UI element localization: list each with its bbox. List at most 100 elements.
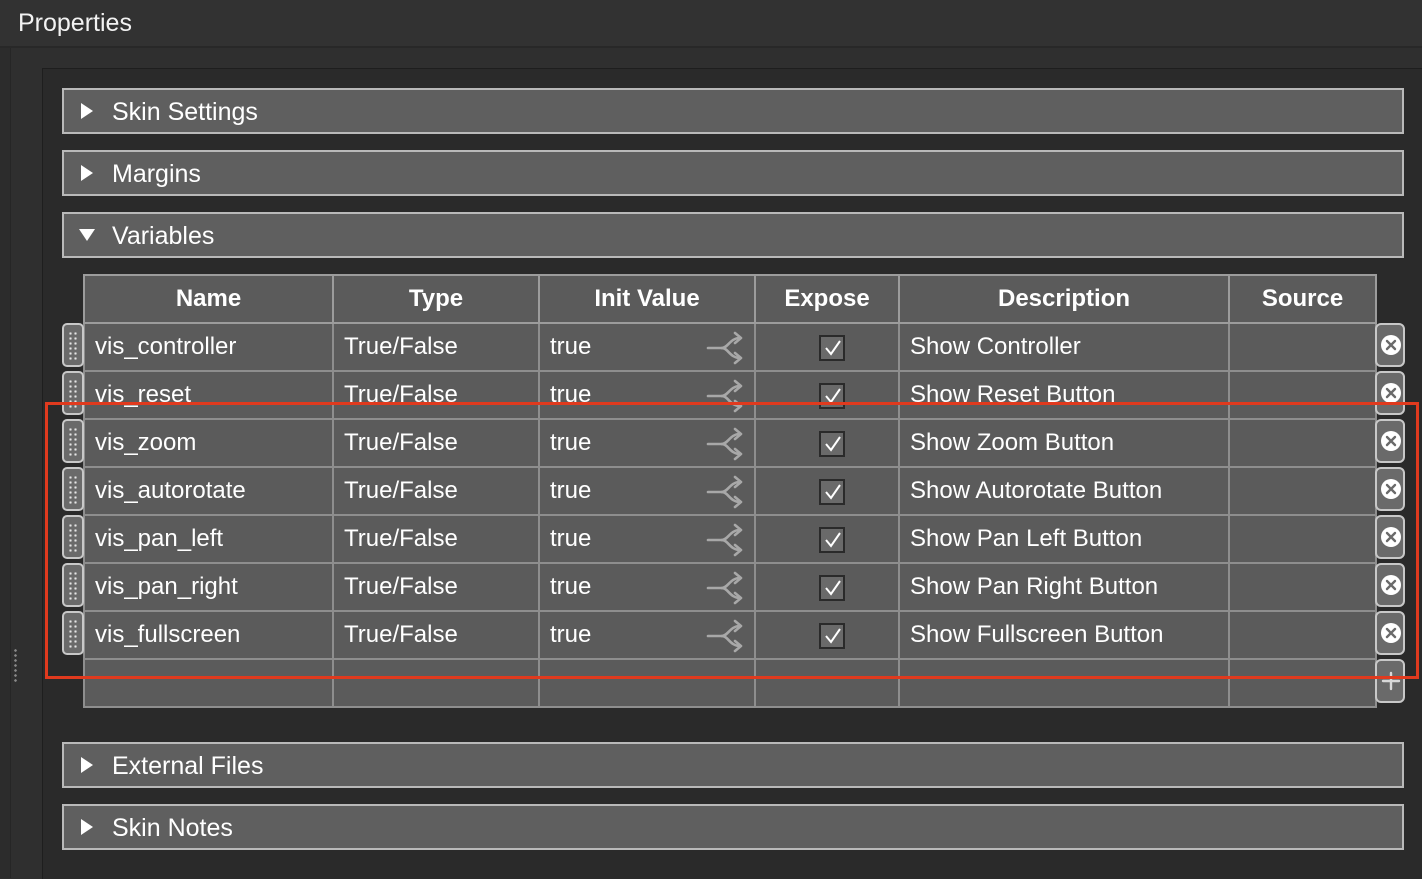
cell-name[interactable]: vis_fullscreen	[83, 610, 334, 660]
remove-row-button[interactable]	[1375, 323, 1405, 367]
cell-source[interactable]	[1228, 322, 1377, 372]
expose-checkbox[interactable]	[819, 478, 845, 505]
branch-arrows-icon[interactable]	[706, 379, 746, 413]
empty-cell[interactable]	[332, 658, 540, 708]
cell-type[interactable]: True/False	[332, 418, 540, 468]
section-external-files[interactable]: External Files	[62, 742, 1404, 788]
column-header-init-value[interactable]: Init Value	[538, 274, 756, 324]
table-row[interactable]: vis_zoom True/False true Show Zoom Button	[83, 418, 1377, 468]
branch-arrows-icon[interactable]	[706, 475, 746, 509]
cell-type[interactable]: True/False	[332, 322, 540, 372]
expose-checkbox[interactable]	[819, 430, 845, 457]
cell-init-value[interactable]: true	[538, 466, 756, 516]
cell-type[interactable]: True/False	[332, 610, 540, 660]
drag-handle-icon[interactable]	[62, 371, 84, 415]
cell-init-value[interactable]: true	[538, 610, 756, 660]
section-label: Skin Notes	[112, 814, 233, 842]
cell-name[interactable]: vis_pan_right	[83, 562, 334, 612]
section-label: Margins	[112, 160, 201, 188]
column-header-expose[interactable]: Expose	[754, 274, 900, 324]
variables-table: Name Type Init Value Expose Description …	[83, 274, 1377, 708]
branch-arrows-icon[interactable]	[706, 619, 746, 653]
drag-handle-icon[interactable]	[62, 611, 84, 655]
expose-checkbox[interactable]	[819, 526, 845, 553]
table-row[interactable]: vis_reset True/False true Show Reset Button	[83, 370, 1377, 420]
splitter-grip-icon[interactable]	[13, 648, 18, 682]
table-row[interactable]: vis_pan_right True/False true Show Pan Righ…	[83, 562, 1377, 612]
section-skin-settings[interactable]: Skin Settings	[62, 88, 1404, 134]
drag-handle-icon[interactable]	[62, 563, 84, 607]
cell-description[interactable]: Show Reset Button	[898, 370, 1230, 420]
expose-checkbox[interactable]	[819, 334, 845, 361]
cell-source[interactable]	[1228, 610, 1377, 660]
triangle-down-icon	[79, 229, 95, 241]
branch-arrows-icon[interactable]	[706, 427, 746, 461]
cell-source[interactable]	[1228, 562, 1377, 612]
empty-cell[interactable]	[538, 658, 756, 708]
drag-handle-icon[interactable]	[62, 323, 84, 367]
expose-checkbox[interactable]	[819, 574, 845, 601]
cell-name[interactable]: vis_controller	[83, 322, 334, 372]
cell-type[interactable]: True/False	[332, 562, 540, 612]
cell-source[interactable]	[1228, 370, 1377, 420]
cell-name[interactable]: vis_zoom	[83, 418, 334, 468]
cell-init-value[interactable]: true	[538, 514, 756, 564]
cell-description[interactable]: Show Autorotate Button	[898, 466, 1230, 516]
remove-row-button[interactable]	[1375, 419, 1405, 463]
drag-handle-icon[interactable]	[62, 515, 84, 559]
column-header-description[interactable]: Description	[898, 274, 1230, 324]
remove-row-button[interactable]	[1375, 563, 1405, 607]
branch-arrows-icon[interactable]	[706, 331, 746, 365]
cell-init-value[interactable]: true	[538, 370, 756, 420]
cell-init-value[interactable]: true	[538, 562, 756, 612]
cell-type[interactable]: True/False	[332, 370, 540, 420]
cell-name[interactable]: vis_reset	[83, 370, 334, 420]
remove-row-button[interactable]	[1375, 515, 1405, 559]
expose-checkbox[interactable]	[819, 622, 845, 649]
table-row[interactable]: vis_controller True/False true Show Control…	[83, 322, 1377, 372]
drag-handle-icon[interactable]	[62, 467, 84, 511]
cell-type[interactable]: True/False	[332, 514, 540, 564]
remove-row-button[interactable]	[1375, 467, 1405, 511]
add-row-button[interactable]	[1375, 659, 1405, 703]
cell-description[interactable]: Show Pan Left Button	[898, 514, 1230, 564]
branch-arrows-icon[interactable]	[706, 523, 746, 557]
properties-titlebar: Properties	[0, 0, 1422, 48]
cell-init-value[interactable]: true	[538, 322, 756, 372]
drag-handle-icon[interactable]	[62, 419, 84, 463]
empty-cell[interactable]	[898, 658, 1230, 708]
section-skin-notes[interactable]: Skin Notes	[62, 804, 1404, 850]
table-row[interactable]: vis_autorotate True/False true Show Autorot…	[83, 466, 1377, 516]
cell-source[interactable]	[1228, 418, 1377, 468]
column-header-name[interactable]: Name	[83, 274, 334, 324]
cell-init-value[interactable]: true	[538, 418, 756, 468]
cell-name[interactable]: vis_autorotate	[83, 466, 334, 516]
empty-cell[interactable]	[1228, 658, 1377, 708]
empty-cell[interactable]	[83, 658, 334, 708]
cell-source[interactable]	[1228, 514, 1377, 564]
cell-type[interactable]: True/False	[332, 466, 540, 516]
left-splitter[interactable]	[0, 48, 11, 878]
section-margins[interactable]: Margins	[62, 150, 1404, 196]
window-title: Properties	[18, 9, 132, 37]
cell-source[interactable]	[1228, 466, 1377, 516]
branch-arrows-icon[interactable]	[706, 571, 746, 605]
column-header-type[interactable]: Type	[332, 274, 540, 324]
expose-checkbox[interactable]	[819, 382, 845, 409]
cell-expose	[754, 322, 900, 372]
remove-row-button[interactable]	[1375, 371, 1405, 415]
table-row[interactable]: vis_pan_left True/False true Show Pan Left …	[83, 514, 1377, 564]
cell-description[interactable]: Show Controller	[898, 322, 1230, 372]
section-label: Skin Settings	[112, 98, 258, 126]
cell-description[interactable]: Show Pan Right Button	[898, 562, 1230, 612]
cell-description[interactable]: Show Fullscreen Button	[898, 610, 1230, 660]
empty-cell[interactable]	[754, 658, 900, 708]
cell-name[interactable]: vis_pan_left	[83, 514, 334, 564]
section-label: External Files	[112, 752, 264, 780]
empty-new-row[interactable]	[83, 658, 1377, 708]
table-row[interactable]: vis_fullscreen True/False true Show Fullscr…	[83, 610, 1377, 660]
remove-row-button[interactable]	[1375, 611, 1405, 655]
section-variables[interactable]: Variables	[62, 212, 1404, 258]
cell-description[interactable]: Show Zoom Button	[898, 418, 1230, 468]
column-header-source[interactable]: Source	[1228, 274, 1377, 324]
